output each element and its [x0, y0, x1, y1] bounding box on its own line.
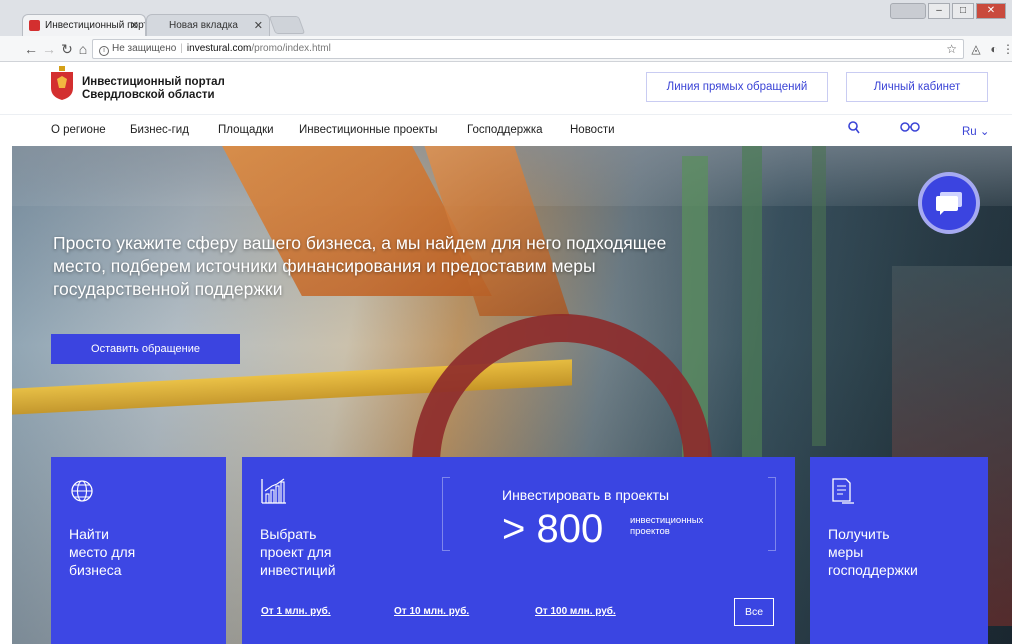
- profile-chip[interactable]: [890, 3, 926, 19]
- card-state-support[interactable]: Получить меры господдержки: [810, 457, 988, 644]
- green-column-3: [812, 146, 826, 446]
- info-icon[interactable]: i: [99, 46, 109, 56]
- url-separator: |: [180, 43, 183, 54]
- home-icon[interactable]: ⌂: [74, 40, 92, 58]
- search-icon[interactable]: [848, 121, 860, 138]
- card-title-line: Найти: [69, 526, 109, 542]
- bookmark-star-icon[interactable]: ☆: [946, 40, 957, 58]
- nav-item-business-guide[interactable]: Бизнес-гид: [130, 124, 189, 136]
- close-window-icon[interactable]: ✕: [976, 3, 1006, 19]
- invest-unit-line: проектов: [630, 526, 670, 537]
- nav-item-investment-projects[interactable]: Инвестиционные проекты: [299, 124, 438, 136]
- extension-icon-2[interactable]: ◐: [986, 41, 1002, 57]
- main-navigation: О регионе Бизнес-гид Площадки Инвестицио…: [0, 114, 1012, 146]
- hotline-button[interactable]: Линия прямых обращений: [646, 72, 828, 102]
- forward-arrow-icon[interactable]: →: [40, 40, 58, 58]
- document-icon: [832, 478, 854, 504]
- tab-title: Новая вкладка: [169, 20, 238, 31]
- language-label: Ru: [962, 126, 977, 138]
- nav-item-region[interactable]: О регионе: [51, 124, 106, 136]
- invest-unit: инвестиционных проектов: [630, 515, 703, 537]
- browser-toolbar: ← → ↻ ⌂ i Не защищено | investural.com/prom…: [0, 36, 1012, 62]
- minimize-icon[interactable]: –: [928, 3, 950, 19]
- logo-line-1: Инвестиционный портал: [82, 76, 225, 88]
- card-title-line: господдержки: [828, 562, 918, 578]
- invest-number: > 800: [502, 507, 604, 551]
- site-logo-text[interactable]: Инвестиционный портал Свердловской облас…: [82, 76, 225, 102]
- card-title: Найти место для бизнеса: [69, 525, 135, 579]
- bar-chart-icon: [261, 478, 286, 504]
- extension-icon[interactable]: ◬: [968, 41, 984, 57]
- language-selector[interactable]: Ru ⌄: [962, 124, 990, 138]
- window-controls: – □ ✕: [890, 3, 1006, 19]
- invest-counter: Инвестировать в проекты > 800 инвестицио…: [442, 473, 776, 557]
- hero-banner: Просто укажите сферу вашего бизнеса, а м…: [12, 146, 1012, 644]
- logo-line-2: Свердловской области: [82, 89, 215, 101]
- card-title: Выбрать проект для инвестиций: [260, 525, 336, 579]
- site-favicon-icon: [29, 20, 40, 31]
- card-title-line: Выбрать: [260, 526, 317, 542]
- globe-pin-icon: [71, 480, 93, 502]
- close-tab-icon[interactable]: ✕: [130, 15, 139, 36]
- browser-tab-active[interactable]: Инвестиционный порта ✕: [22, 14, 146, 36]
- nav-item-sites[interactable]: Площадки: [218, 124, 274, 136]
- card-title-line: место для: [69, 544, 136, 560]
- chat-button[interactable]: [918, 172, 980, 234]
- browser-titlebar: Инвестиционный порта ✕ Новая вкладка ✕ –…: [0, 0, 1012, 36]
- bracket-right: [768, 477, 776, 551]
- range-link-1m[interactable]: От 1 млн. руб.: [261, 606, 331, 617]
- close-tab-icon[interactable]: ✕: [254, 15, 263, 36]
- glasses-icon[interactable]: [900, 121, 920, 136]
- card-title-line: проект для: [260, 544, 332, 560]
- site-header: Инвестиционный портал Свердловской облас…: [0, 62, 1012, 114]
- browser-tab-new[interactable]: Новая вкладка ✕: [146, 14, 270, 36]
- security-label: Не защищено: [112, 43, 177, 54]
- back-arrow-icon[interactable]: ←: [22, 40, 40, 58]
- address-bar[interactable]: i Не защищено | investural.com/promo/index.…: [92, 39, 964, 59]
- url-host: investural.com: [186, 43, 252, 54]
- green-column-2: [742, 146, 762, 466]
- range-link-10m[interactable]: От 10 млн. руб.: [394, 606, 469, 617]
- bracket-left: [442, 477, 450, 551]
- card-title-line: инвестиций: [260, 562, 336, 578]
- range-link-100m[interactable]: От 100 млн. руб.: [535, 606, 616, 617]
- maximize-icon[interactable]: □: [952, 3, 974, 19]
- card-find-place[interactable]: Найти место для бизнеса: [51, 457, 226, 644]
- url-path: /promo/index.html: [251, 43, 331, 54]
- chevron-down-icon: ⌄: [979, 126, 990, 138]
- submit-request-button[interactable]: Оставить обращение: [51, 334, 240, 364]
- card-title: Получить меры господдержки: [828, 525, 918, 579]
- region-emblem-icon[interactable]: [50, 66, 74, 100]
- card-title-line: бизнеса: [69, 562, 122, 578]
- card-title-line: меры: [828, 544, 864, 560]
- card-title-line: Получить: [828, 526, 890, 542]
- nav-item-state-support[interactable]: Господдержка: [467, 124, 543, 136]
- menu-icon[interactable]: ⋮: [1002, 41, 1012, 57]
- hero-headline: Просто укажите сферу вашего бизнеса, а м…: [53, 233, 667, 299]
- chat-icon: [936, 192, 962, 215]
- invest-title: Инвестировать в проекты: [502, 487, 670, 503]
- nav-item-news[interactable]: Новости: [570, 124, 615, 136]
- new-tab-button[interactable]: [268, 16, 306, 34]
- invest-unit-line: инвестиционных: [630, 515, 704, 526]
- all-projects-button[interactable]: Все: [734, 598, 774, 626]
- personal-account-button[interactable]: Личный кабинет: [846, 72, 988, 102]
- card-choose-project[interactable]: Выбрать проект для инвестиций Инвестиров…: [242, 457, 795, 644]
